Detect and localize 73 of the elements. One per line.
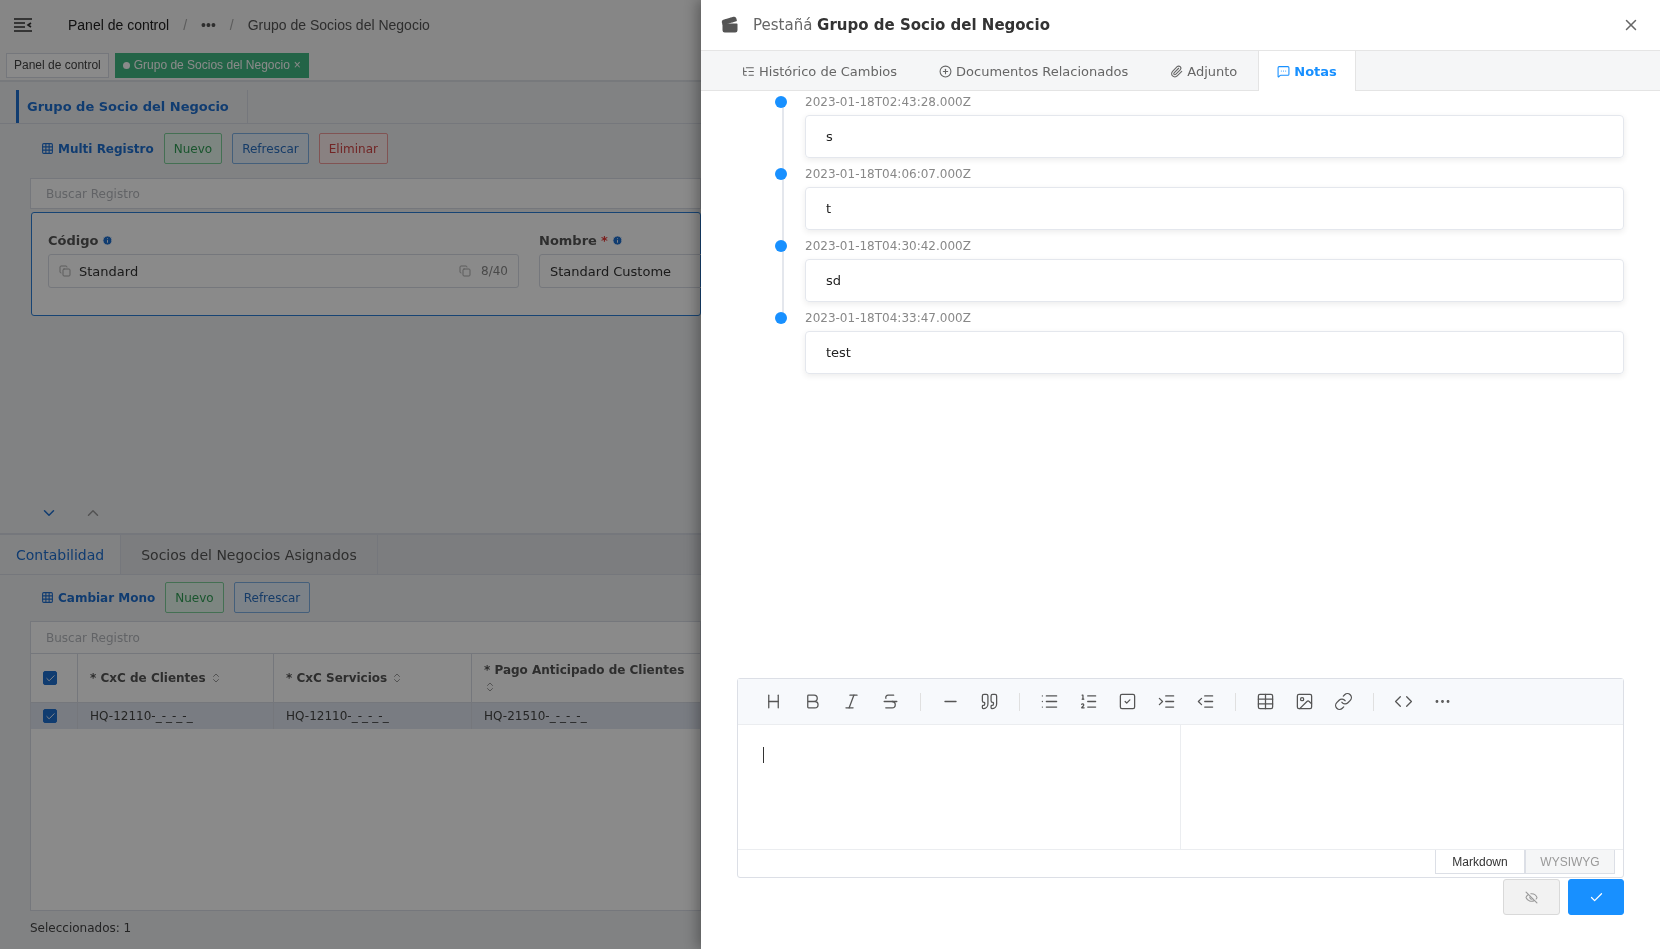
text-field[interactable]: Standard 8/40 xyxy=(48,254,519,288)
breadcrumb-item[interactable]: ••• xyxy=(201,17,216,33)
mode-tab[interactable]: Markdown xyxy=(1435,850,1525,874)
notes-icon xyxy=(1277,64,1291,78)
info-icon xyxy=(611,235,623,246)
view-toggle-link[interactable]: Cambiar Mono xyxy=(41,590,156,605)
copy-icon xyxy=(459,265,472,277)
eye-off-icon xyxy=(1525,890,1538,904)
menu-fold-icon[interactable] xyxy=(14,18,32,32)
table-cell: HQ-12110-_-_-_-_ xyxy=(90,709,193,723)
indent-icon[interactable] xyxy=(1157,692,1176,711)
numbered-list-icon[interactable] xyxy=(1079,692,1098,711)
detail-tab[interactable]: Contabilidad xyxy=(0,535,122,574)
note-card: sd xyxy=(805,259,1624,302)
mode-tab[interactable]: WYSIWYG xyxy=(1525,850,1615,874)
page-tab[interactable]: Panel de control xyxy=(6,52,109,78)
column-header: * CxC Servicios xyxy=(286,671,388,685)
drawer-tab[interactable]: Histórico de Cambios xyxy=(721,51,919,91)
timeline-dot xyxy=(775,240,787,252)
grid-icon xyxy=(41,142,54,155)
breadcrumb-separator: / xyxy=(183,17,188,33)
documents-icon xyxy=(939,64,953,78)
checkbox[interactable] xyxy=(43,709,57,723)
note-card: test xyxy=(805,331,1624,374)
toolbar-button[interactable]: Nuevo xyxy=(165,582,224,613)
breadcrumb-separator: / xyxy=(229,17,234,33)
page-tab[interactable]: Grupo de Socios del Negocio × xyxy=(114,52,309,78)
toolbar-button[interactable]: Nuevo xyxy=(163,133,223,164)
table-cell: HQ-12110-_-_-_-_ xyxy=(286,709,389,723)
note-time: 2023-01-18T04:33:47.000Z xyxy=(805,311,972,325)
checkbox-icon[interactable] xyxy=(1118,692,1137,711)
timeline-dot xyxy=(775,168,787,180)
toolbar-button[interactable]: Refrescar xyxy=(232,133,309,164)
italic-icon[interactable] xyxy=(842,692,861,711)
bullet-list-icon[interactable] xyxy=(1040,692,1059,711)
note-card: t xyxy=(805,187,1624,230)
column-header: * CxC de Clientes xyxy=(90,671,206,685)
field-label: Nombre * xyxy=(539,233,701,248)
timeline-dot xyxy=(775,96,787,108)
drawer-tab[interactable]: Notas xyxy=(1258,51,1356,91)
copy-icon xyxy=(59,265,71,277)
note-card: s xyxy=(805,115,1624,158)
link-icon[interactable] xyxy=(1334,692,1353,711)
note-time: 2023-01-18T02:43:28.000Z xyxy=(805,95,972,109)
panel-tab[interactable]: Grupo de Socio del Negocio xyxy=(16,90,248,123)
timeline-dot xyxy=(775,312,787,324)
note-time: 2023-01-18T04:06:07.000Z xyxy=(805,167,972,181)
note-time: 2023-01-18T04:30:42.000Z xyxy=(805,239,972,253)
breadcrumb-item[interactable]: Grupo de Socios del Negocio xyxy=(247,17,430,33)
clapperboard-icon xyxy=(721,16,739,34)
strikethrough-icon[interactable] xyxy=(881,692,900,711)
outdent-icon[interactable] xyxy=(1196,692,1215,711)
toolbar-button[interactable]: Eliminar xyxy=(318,133,388,164)
field-label: Código xyxy=(48,233,519,248)
info-icon xyxy=(102,235,114,246)
attachment-icon xyxy=(1170,64,1184,78)
history-icon xyxy=(742,64,755,78)
breadcrumb-item[interactable]: Panel de control xyxy=(68,17,170,33)
quote-icon[interactable] xyxy=(980,692,999,711)
image-icon[interactable] xyxy=(1295,692,1314,711)
drawer-title: Pestañá Grupo de Socio del Negocio xyxy=(753,16,1050,34)
grid-icon xyxy=(41,591,54,604)
table-icon[interactable] xyxy=(1256,692,1275,711)
view-toggle-link[interactable]: Multi Registro xyxy=(41,141,154,156)
required-mark: * xyxy=(600,233,608,248)
toolbar-button[interactable]: Refrescar xyxy=(233,582,311,613)
selection-count: Seleccionados: 1 xyxy=(29,920,133,935)
checkbox[interactable] xyxy=(43,671,57,685)
drawer-tab[interactable]: Adjunto xyxy=(1149,51,1259,91)
drawer-tab[interactable]: Documentos Relacionados xyxy=(918,51,1150,91)
column-header: * Pago Anticipado de Clientes xyxy=(484,663,685,677)
table-cell: HQ-21510-_-_-_-_ xyxy=(484,709,587,723)
table-row[interactable]: HQ-12110-_-_-_-_ HQ-12110-_-_-_-_ HQ-21510-_-_-_-_ xyxy=(31,702,700,729)
